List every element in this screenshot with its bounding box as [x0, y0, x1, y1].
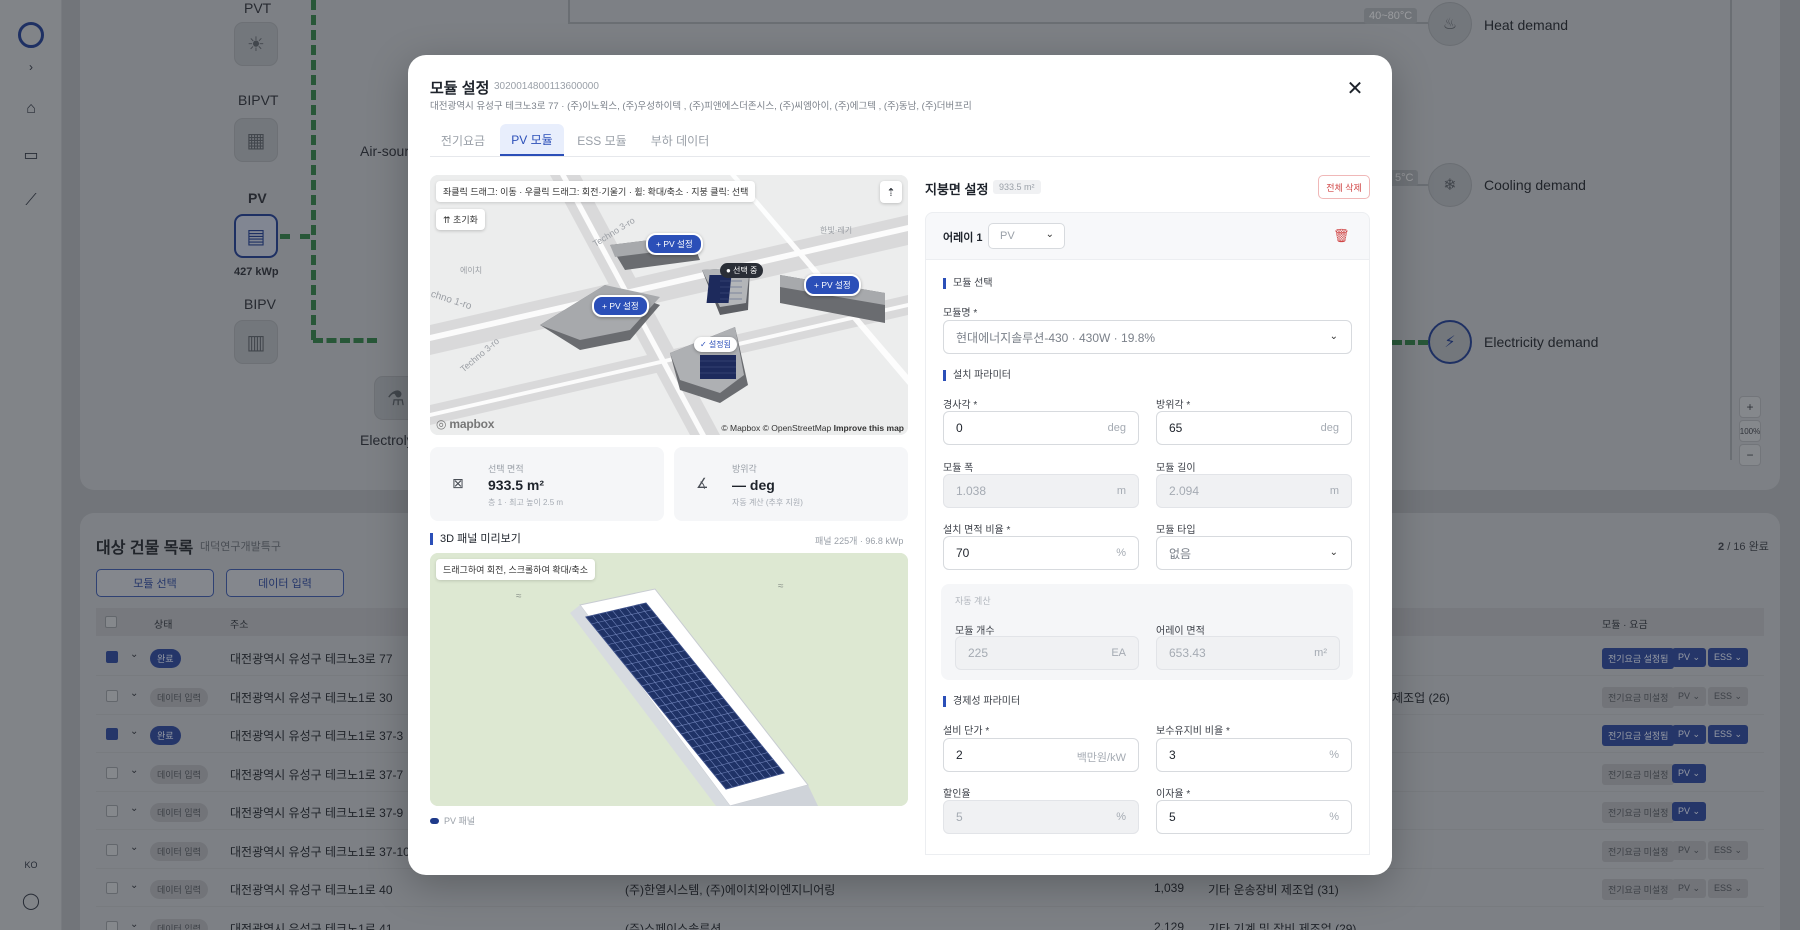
area-select-icon: ⊠ [452, 475, 464, 491]
pv-setup-marker[interactable]: + PV 설정 [804, 274, 861, 296]
tilt-label: 경사각 * [943, 400, 978, 411]
preview-controls-hint: 드래그하여 회전, 스크롤하여 확대/축소 [436, 559, 595, 580]
chevron-down-icon: ⌄ [1045, 229, 1054, 240]
building-map[interactable]: 좌클릭 드래그: 이동 · 우클릭 드래그: 회전·기울기 · 휠: 확대/축소… [430, 175, 908, 435]
vent-mark: ≈ [778, 581, 784, 592]
azimuth-input[interactable]: 65 deg [1156, 411, 1352, 445]
install-params-heading: 설치 파라미터 [943, 370, 1011, 381]
chevron-down-icon: ⌄ [1329, 331, 1338, 342]
map-controls-hint: 좌클릭 드래그: 이동 · 우클릭 드래그: 회전·기울기 · 휠: 확대/축소… [436, 181, 756, 202]
angle-icon: ∡ [696, 475, 709, 491]
building-id: 3020014800113600000 [494, 81, 599, 92]
tab-electricity-fee[interactable]: 전기요금 [430, 124, 496, 156]
tab-pv-module[interactable]: PV 모듈 [500, 124, 564, 156]
mapbox-logo: ◎ mapbox [436, 417, 495, 431]
3d-panel-preview[interactable]: ≈ ≈ 드래그하여 회전, 스크롤하여 확대/축소 [430, 553, 908, 806]
preview-section-title: 3D 패널 미리보기 [430, 533, 521, 545]
chevron-down-icon: ⌄ [1329, 547, 1338, 558]
module-name-select[interactable]: 현대에너지솔루션-430 · 430W · 19.8% ⌄ [943, 320, 1352, 354]
selected-area-card: ⊠ 선택 면적 933.5 m² 층 1 · 최고 높이 2.5 m [430, 447, 664, 521]
array-type-select[interactable]: PV ⌄ [988, 223, 1065, 249]
map-reset-button[interactable]: ⇈ 초기화 [436, 209, 485, 230]
trash-icon[interactable]: 🗑 [1333, 228, 1350, 244]
azimuth-label: 방위각 * [1156, 400, 1191, 411]
interest-rate-input[interactable]: 5% [1156, 800, 1352, 834]
selected-marker[interactable]: ● 선택 중 [720, 263, 764, 278]
module-type-label: 모듈 타입 [1156, 525, 1196, 536]
install-ratio-label: 설치 면적 비율 * [943, 525, 1011, 536]
interest-rate-label: 이자율 * [1156, 789, 1191, 800]
econ-params-heading: 경제성 파라미터 [943, 696, 1020, 707]
roof-settings-title: 지붕면 설정 [925, 182, 989, 197]
azimuth-card: ∡ 방위각 — deg 자동 계산 (추후 지원) [674, 447, 908, 521]
panel-legend: PV 패널 [430, 814, 475, 827]
unit-cost-input[interactable]: 2 백만원/kW [943, 738, 1139, 772]
modal-title: 모듈 설정 [430, 80, 490, 97]
close-icon[interactable]: ✕ [1344, 78, 1366, 100]
array-area-output: 653.43 m² [1156, 636, 1340, 670]
om-ratio-input[interactable]: 3% [1156, 738, 1352, 772]
module-select-heading: 모듈 선택 [943, 278, 993, 289]
pv-panel-swatch [430, 817, 439, 824]
install-ratio-input[interactable]: 70% [943, 536, 1139, 570]
module-count-output: 225 EA [955, 636, 1139, 670]
module-name-label: 모듈명 * [943, 308, 978, 319]
tab-ess-module[interactable]: ESS 모듈 [568, 124, 636, 156]
auto-calc-label: 자동 계산 [955, 596, 991, 606]
module-count-label: 모듈 개수 [955, 626, 995, 637]
discount-rate-input: 5% [943, 800, 1139, 834]
pv-setup-marker[interactable]: + PV 설정 [592, 295, 649, 317]
module-type-select[interactable]: 없음 ⌄ [1156, 536, 1352, 570]
discount-rate-label: 할인율 [943, 789, 971, 800]
tab-load-data[interactable]: 부하 데이터 [640, 124, 720, 156]
pv-setup-marker[interactable]: + PV 설정 [646, 233, 703, 255]
map-attribution: © Mapbox © OpenStreetMap Improve this ma… [721, 423, 904, 433]
panel-summary: 패널 225개 · 96.8 kWp [815, 536, 904, 546]
roof-area-badge: 933.5 m² [993, 180, 1041, 194]
place-label: 한빛·레기 [820, 226, 853, 235]
map-canvas [430, 175, 908, 435]
module-width-input: 1.038 m [943, 474, 1139, 508]
panel-preview-canvas: ≈≈ [430, 553, 908, 806]
configured-marker[interactable]: ✓ 설정됨 [694, 337, 738, 352]
tilt-input[interactable]: 0 deg [943, 411, 1139, 445]
array-area-label: 어레이 면적 [1156, 626, 1205, 637]
module-length-input: 2.094 m [1156, 474, 1352, 508]
om-ratio-label: 보수유지비 비율 * [1156, 726, 1230, 737]
building-address: 대전광역시 유성구 테크노3로 77 · (주)이노윅스, (주)우성하이텍 ,… [430, 101, 972, 112]
module-length-label: 모듈 길이 [1156, 463, 1196, 474]
unit-cost-label: 설비 단가 * [943, 726, 990, 737]
compass-icon[interactable]: ⇡ [880, 181, 902, 203]
array-label: 어레이 1 [943, 232, 983, 244]
delete-all-button[interactable]: 전체 삭제 [1318, 175, 1370, 199]
module-width-label: 모듈 폭 [943, 463, 974, 474]
vent-mark: ≈ [516, 591, 522, 602]
place-label: 에이치 [460, 266, 483, 275]
